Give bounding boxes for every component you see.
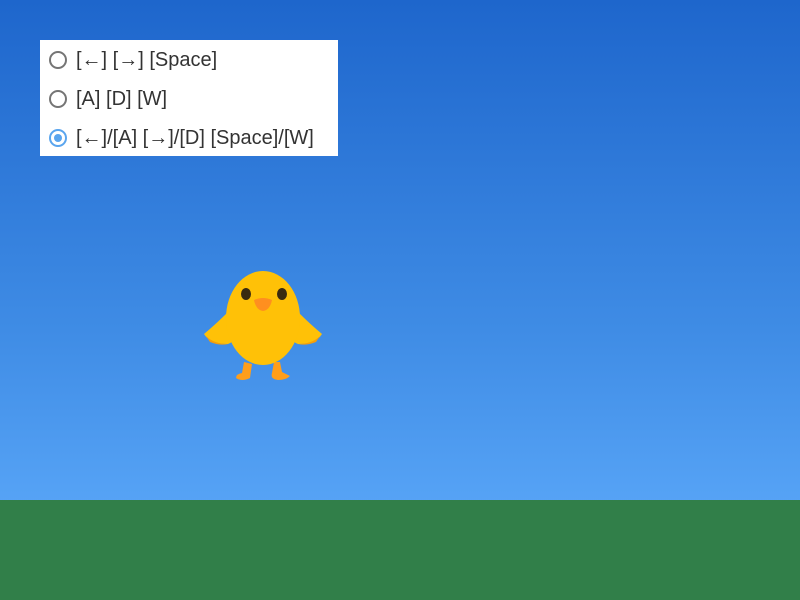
game-stage[interactable]: [←] [→] [Space] [A] [D] [W] [←]/[A] [→]/… xyxy=(0,0,800,600)
ground xyxy=(0,500,800,600)
radio-button[interactable] xyxy=(49,90,67,108)
control-option-label: [A] [D] [W] xyxy=(76,87,168,110)
control-scheme-selector: [←] [→] [Space] [A] [D] [W] [←]/[A] [→]/… xyxy=(40,40,338,156)
control-option-label: [←]/[A] [→]/[D] [Space]/[W] xyxy=(76,126,314,149)
chick-eye-right xyxy=(277,288,287,300)
control-option-wasd[interactable]: [A] [D] [W] xyxy=(40,79,338,119)
chick-body xyxy=(226,271,300,365)
radio-dot xyxy=(54,134,62,142)
control-option-both[interactable]: [←]/[A] [→]/[D] [Space]/[W] xyxy=(40,118,338,158)
chick-player xyxy=(204,271,322,380)
control-option-label: [←] [→] [Space] xyxy=(76,48,218,71)
radio-button[interactable] xyxy=(49,51,67,69)
chick-eye-left xyxy=(241,288,251,300)
radio-button[interactable] xyxy=(49,129,67,147)
control-option-arrows[interactable]: [←] [→] [Space] xyxy=(40,40,338,80)
